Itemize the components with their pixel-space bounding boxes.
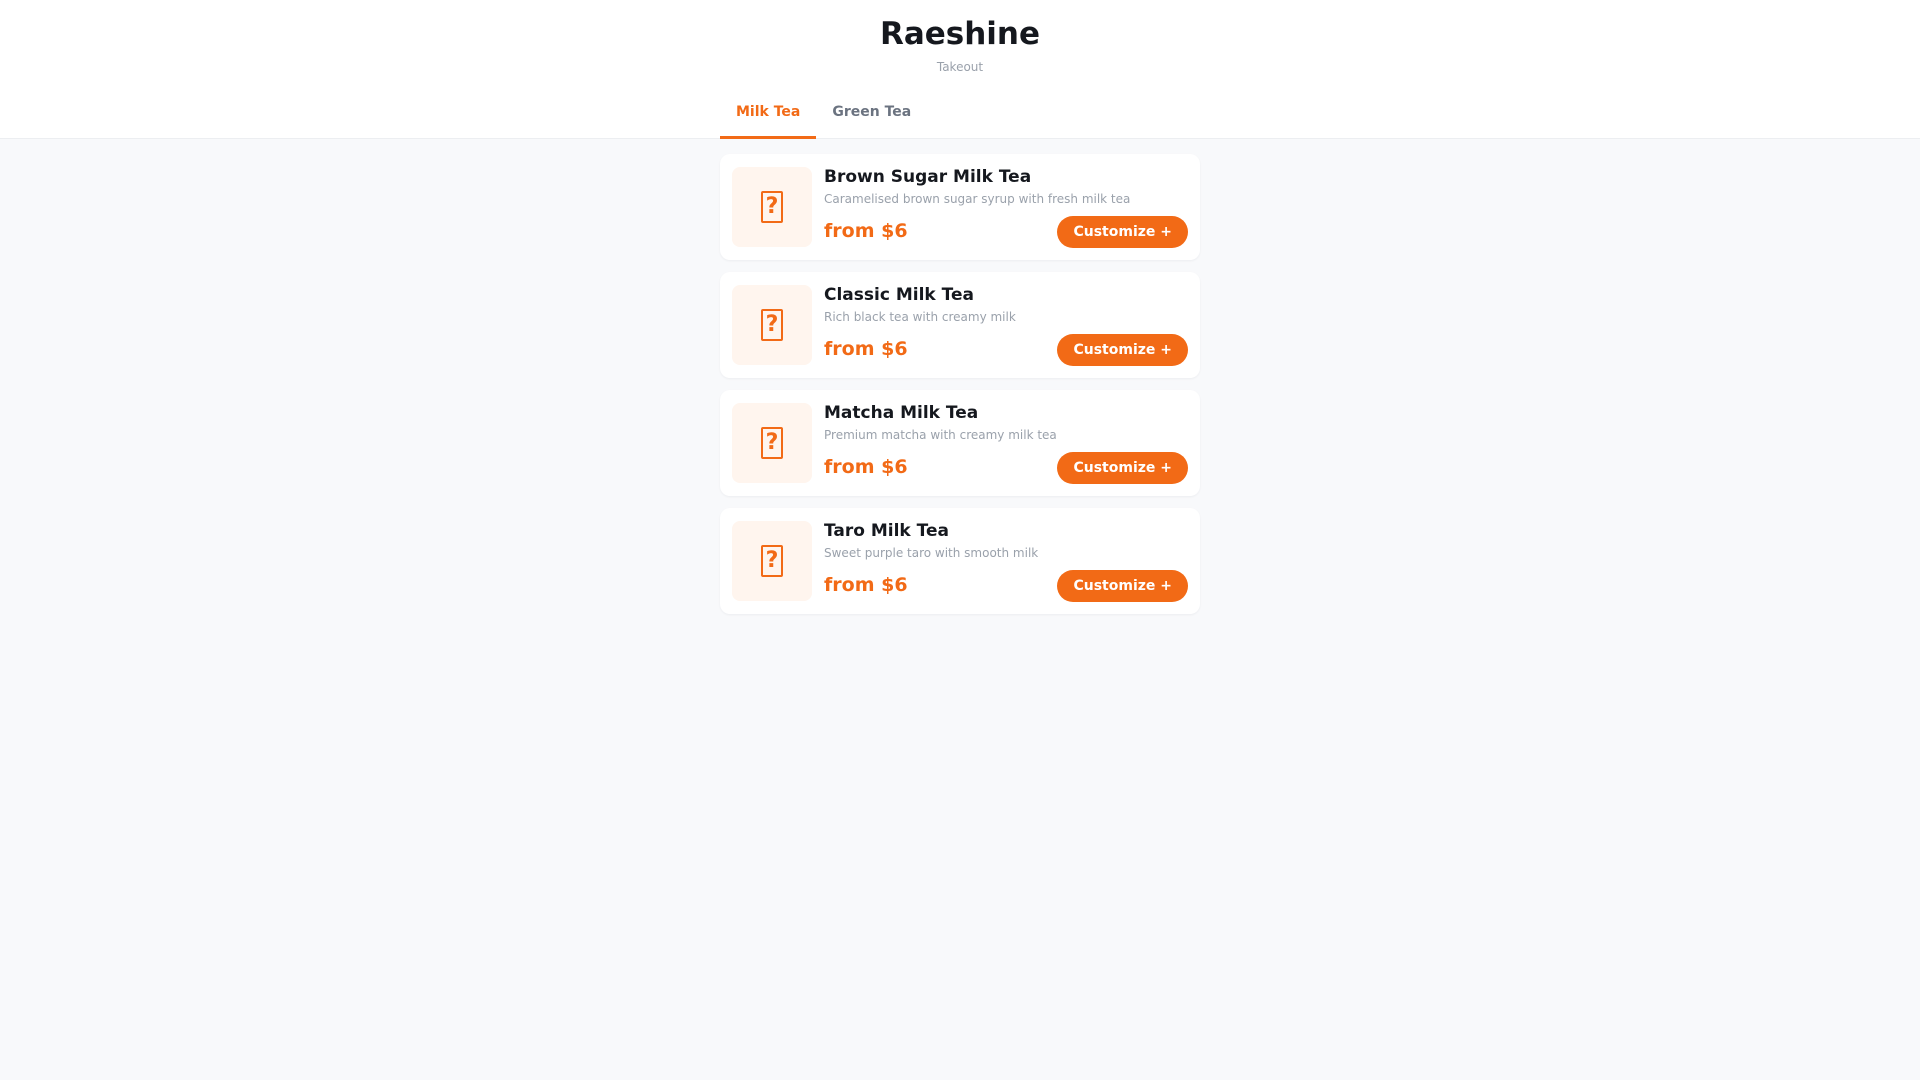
customize-button[interactable]: Customize + [1057, 216, 1188, 248]
customize-button[interactable]: Customize + [1057, 334, 1188, 366]
customize-button[interactable]: Customize + [1057, 570, 1188, 602]
item-description: Rich black tea with creamy milk [824, 310, 1016, 324]
item-price: from $6 [824, 220, 908, 242]
menu-item: ? Taro Milk Tea Sweet purple taro with s… [720, 508, 1200, 614]
item-name: Taro Milk Tea [824, 521, 949, 541]
menu-item: ? Classic Milk Tea Rich black tea with c… [720, 272, 1200, 378]
missing-glyph-icon: ? [761, 309, 783, 341]
tab-green-tea[interactable]: Green Tea [816, 98, 927, 139]
missing-glyph-icon: ? [761, 191, 783, 223]
menu-item: ? Matcha Milk Tea Premium matcha with cr… [720, 390, 1200, 496]
order-mode: Takeout [936, 60, 984, 74]
missing-glyph-icon: ? [761, 545, 783, 577]
missing-glyph-icon: ? [761, 427, 783, 459]
menu-item: ? Brown Sugar Milk Tea Caramelised brown… [720, 154, 1200, 260]
item-image: ? [732, 167, 812, 247]
item-image: ? [732, 403, 812, 483]
item-image: ? [732, 285, 812, 365]
item-description: Sweet purple taro with smooth milk [824, 546, 1039, 560]
item-name: Brown Sugar Milk Tea [824, 167, 1032, 187]
item-price: from $6 [824, 574, 908, 596]
customize-button[interactable]: Customize + [1057, 452, 1188, 484]
header: Raeshine Takeout Milk Tea Green Tea [0, 0, 1920, 139]
category-tabs: Milk Tea Green Tea [720, 98, 927, 139]
menu-list: ? Brown Sugar Milk Tea Caramelised brown… [720, 154, 1200, 626]
tab-milk-tea[interactable]: Milk Tea [720, 98, 817, 139]
store-name: Raeshine [879, 16, 1041, 52]
item-name: Matcha Milk Tea [824, 403, 979, 423]
item-description: Caramelised brown sugar syrup with fresh… [824, 192, 1131, 206]
item-price: from $6 [824, 456, 908, 478]
item-description: Premium matcha with creamy milk tea [824, 428, 1057, 442]
item-price: from $6 [824, 338, 908, 360]
item-name: Classic Milk Tea [824, 285, 974, 305]
item-image: ? [732, 521, 812, 601]
